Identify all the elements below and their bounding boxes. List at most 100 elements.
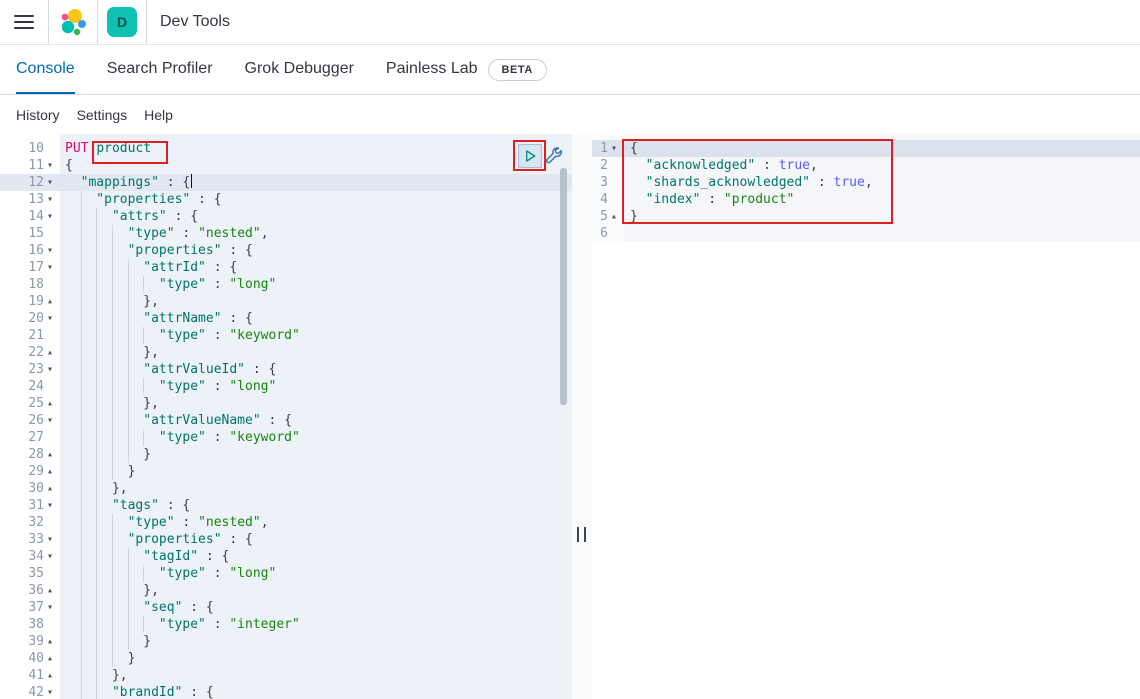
code-line[interactable]: "brandId" : { [60,684,572,699]
code-line[interactable]: "tagId" : { [60,548,572,565]
code-line[interactable]: { [624,140,1140,157]
send-request-button[interactable] [518,144,542,168]
code-line[interactable]: "properties" : { [60,191,572,208]
line-number: 1 [592,140,608,157]
line-number: 11 [0,157,44,174]
code-line[interactable]: }, [60,480,572,497]
fold-toggle-icon[interactable]: ▾ [44,599,60,616]
console-editor-pane[interactable]: 10PUT product11▾{12▾"mappings" : {13▾"pr… [0,134,572,699]
code-line[interactable]: "properties" : { [60,531,572,548]
code-line[interactable]: "type" : "long" [60,276,572,293]
code-line[interactable]: } [60,446,572,463]
code-line[interactable]: "properties" : { [60,242,572,259]
fold-toggle-icon[interactable]: ▴ [608,208,624,225]
code-line[interactable]: "index" : "product" [624,191,1140,208]
fold-toggle-icon[interactable]: ▴ [44,446,60,463]
fold-toggle-icon[interactable]: ▾ [44,259,60,276]
fold-toggle-icon[interactable]: ▾ [44,174,60,191]
code-line[interactable]: { [60,157,572,174]
code-line[interactable]: } [60,650,572,667]
fold-toggle-icon[interactable]: ▾ [44,157,60,174]
code-line[interactable]: }, [60,344,572,361]
code-line[interactable]: }, [60,582,572,599]
code-line[interactable]: "seq" : { [60,599,572,616]
code-line[interactable]: "type" : "nested", [60,514,572,531]
resizer-grip-icon[interactable] [577,527,586,542]
hamburger-menu-button[interactable] [0,0,48,44]
line-number: 24 [0,378,44,395]
fold-toggle-icon[interactable]: ▾ [44,310,60,327]
tab-console[interactable]: Console [16,45,75,94]
fold-toggle-icon[interactable]: ▾ [44,412,60,429]
elastic-logo-button[interactable] [49,0,97,44]
code-line[interactable]: "type" : "nested", [60,225,572,242]
code-line[interactable]: PUT product [60,140,572,157]
gutter-cell: 25▴ [0,395,60,412]
editor-line: 27"type" : "keyword" [0,429,572,446]
line-number: 14 [0,208,44,225]
fold-toggle-icon[interactable]: ▴ [44,582,60,599]
space-selector[interactable]: D [98,0,146,44]
fold-toggle-icon[interactable]: ▾ [44,548,60,565]
code-line[interactable]: "type" : "integer" [60,616,572,633]
gutter-cell: 13▾ [0,191,60,208]
code-line[interactable]: "attrValueName" : { [60,412,572,429]
editor-line: 19▴}, [0,293,572,310]
fold-toggle-icon[interactable]: ▾ [44,191,60,208]
menu-history[interactable]: History [16,107,60,123]
code-line[interactable]: } [624,208,1140,225]
fold-toggle-icon[interactable]: ▾ [44,497,60,514]
code-line[interactable]: }, [60,395,572,412]
code-line[interactable]: "mappings" : { [60,174,572,191]
code-line[interactable]: "type" : "long" [60,378,572,395]
code-line[interactable]: "attrName" : { [60,310,572,327]
code-line[interactable]: "acknowledged" : true, [624,157,1140,174]
code-line[interactable]: "type" : "keyword" [60,429,572,446]
request-options-button[interactable] [544,146,563,165]
gutter-cell: 35 [0,565,60,582]
code-line[interactable]: } [60,463,572,480]
tab-grok-debugger[interactable]: Grok Debugger [245,45,354,94]
fold-toggle-icon[interactable]: ▾ [44,361,60,378]
gutter-cell: 16▾ [0,242,60,259]
fold-toggle-icon[interactable]: ▾ [608,140,624,157]
menu-help[interactable]: Help [144,107,173,123]
tab-painless-lab[interactable]: Painless Lab [386,45,478,94]
fold-toggle-icon[interactable]: ▴ [44,293,60,310]
editor-scrollbar-thumb[interactable] [560,168,567,405]
code-line[interactable]: "attrValueId" : { [60,361,572,378]
fold-toggle-icon[interactable]: ▾ [44,684,60,699]
fold-toggle-icon[interactable]: ▾ [44,242,60,259]
fold-toggle-icon[interactable]: ▴ [44,463,60,480]
console-response-pane[interactable]: 1▾{2"acknowledged" : true,3"shards_ackno… [592,134,1140,699]
fold-toggle-icon[interactable]: ▾ [44,208,60,225]
fold-toggle-icon[interactable]: ▴ [44,667,60,684]
fold-toggle-icon[interactable]: ▴ [44,395,60,412]
code-line[interactable]: }, [60,667,572,684]
gutter-cell: 33▾ [0,531,60,548]
menu-settings[interactable]: Settings [77,107,128,123]
response-line: 3"shards_acknowledged" : true, [592,174,1140,191]
code-line[interactable]: "shards_acknowledged" : true, [624,174,1140,191]
code-line[interactable]: "tags" : { [60,497,572,514]
editor-line: 10PUT product [0,140,572,157]
gutter-cell: 22▴ [0,344,60,361]
panel-resizer[interactable] [572,134,592,699]
code-line[interactable]: "type" : "long" [60,565,572,582]
fold-toggle-icon[interactable]: ▴ [44,650,60,667]
tab-search-profiler[interactable]: Search Profiler [107,45,213,94]
space-avatar[interactable]: D [107,7,137,37]
fold-toggle-icon[interactable]: ▴ [44,633,60,650]
code-line[interactable]: } [60,633,572,650]
gutter-cell: 27 [0,429,60,446]
fold-toggle-icon[interactable]: ▴ [44,480,60,497]
code-line[interactable] [624,225,1140,242]
editor-line: 21"type" : "keyword" [0,327,572,344]
fold-toggle-icon[interactable]: ▾ [44,531,60,548]
code-line[interactable]: "type" : "keyword" [60,327,572,344]
code-line[interactable]: "attrs" : { [60,208,572,225]
code-line[interactable]: }, [60,293,572,310]
editor-line: 16▾"properties" : { [0,242,572,259]
fold-toggle-icon[interactable]: ▴ [44,344,60,361]
code-line[interactable]: "attrId" : { [60,259,572,276]
